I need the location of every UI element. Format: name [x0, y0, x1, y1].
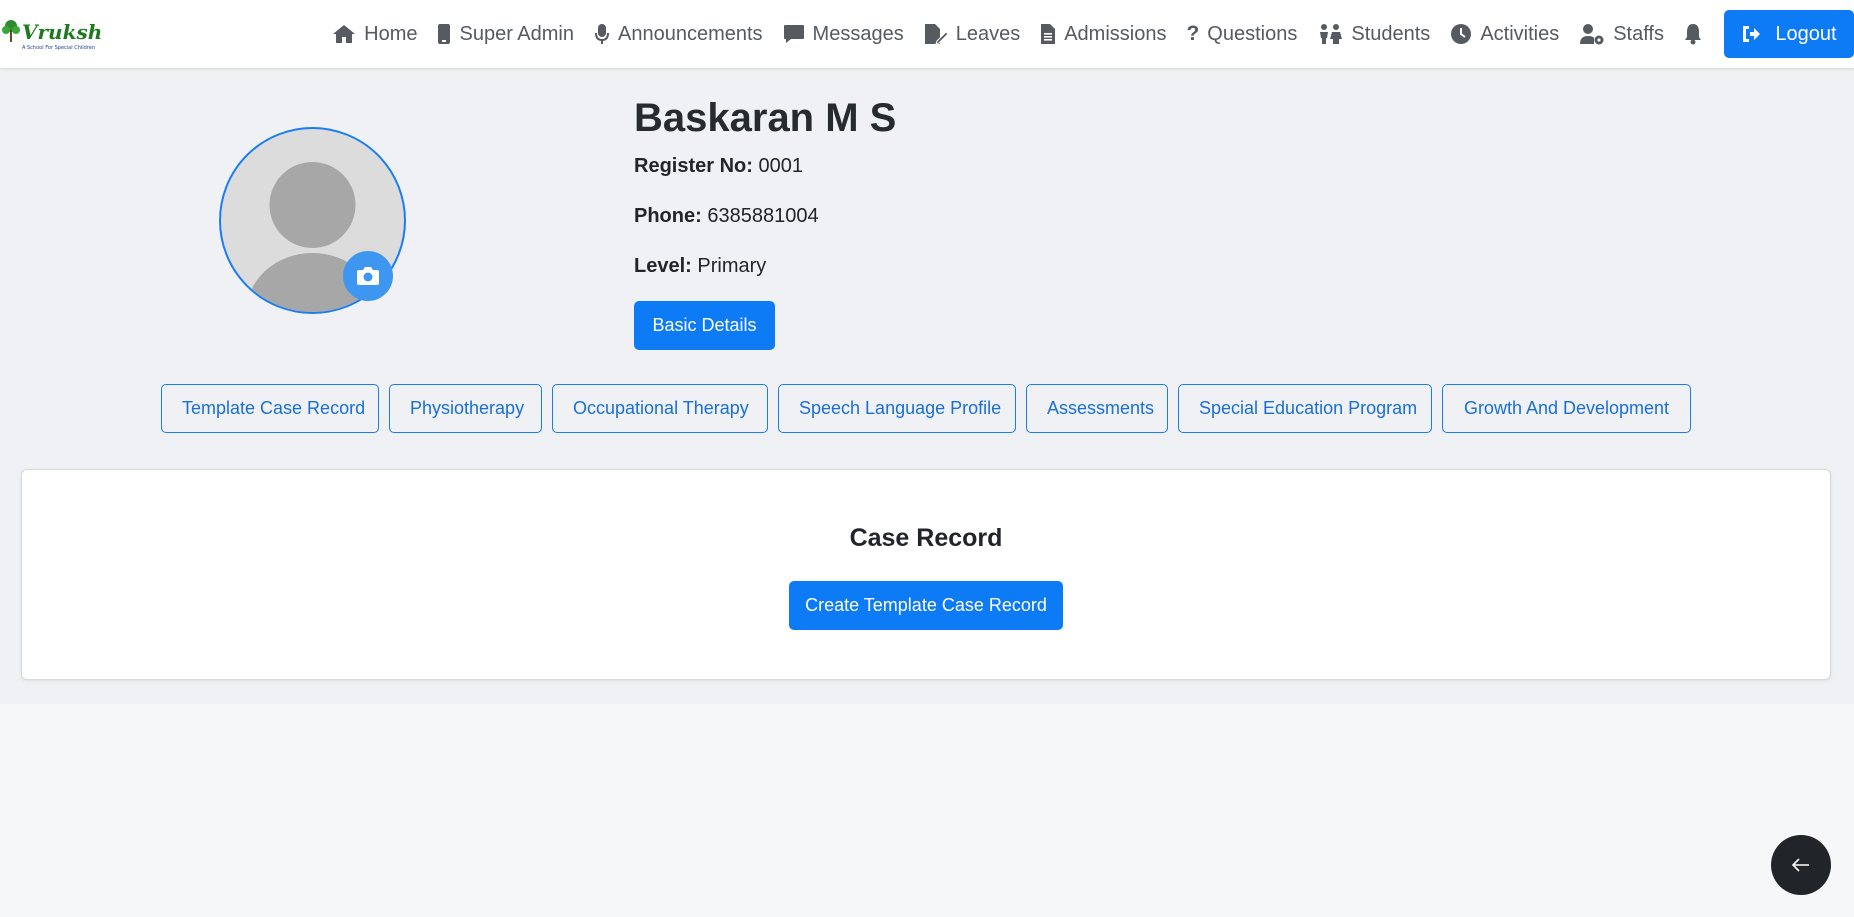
register-number: Register No: 0001: [634, 155, 803, 178]
create-template-case-record-button[interactable]: Create Template Case Record: [789, 581, 1063, 630]
nav-item-leaves[interactable]: Leaves: [924, 22, 1021, 46]
message-icon: [783, 25, 804, 43]
nav-label: Announcements: [618, 22, 763, 45]
tab-speech-language-profile[interactable]: Speech Language Profile: [778, 384, 1016, 433]
tab-special-education-program[interactable]: Special Education Program: [1178, 384, 1432, 433]
nav-item-messages[interactable]: Messages: [783, 23, 904, 46]
phone-label: Phone:: [634, 205, 702, 227]
tab-occupational-therapy[interactable]: Occupational Therapy: [552, 384, 768, 433]
nav-item-home[interactable]: Home: [332, 23, 417, 46]
nav-label: Home: [364, 22, 418, 45]
user-gear-icon: [1580, 24, 1604, 45]
nav-menu: Home Super Admin Announcements Messages …: [332, 0, 1854, 68]
brand-logo[interactable]: Vruksh A School For Special Children: [0, 14, 118, 54]
tab-template-case-record[interactable]: Template Case Record: [161, 384, 379, 433]
nav-item-staffs[interactable]: Staffs: [1579, 23, 1664, 46]
nav-label: Activities: [1480, 22, 1560, 45]
nav-item-students[interactable]: Students: [1317, 23, 1430, 46]
camera-icon: [357, 267, 379, 285]
logout-button[interactable]: Logout: [1724, 10, 1854, 58]
bell-icon: [1685, 24, 1701, 45]
nav-label: Messages: [812, 22, 904, 45]
nav-item-admissions[interactable]: Admissions: [1040, 23, 1166, 46]
logout-icon: [1743, 26, 1761, 42]
tab-assessments[interactable]: Assessments: [1026, 384, 1168, 433]
nav-item-questions[interactable]: ? Questions: [1186, 22, 1297, 46]
student-level: Level: Primary: [634, 255, 766, 278]
tab-growth-and-development[interactable]: Growth And Development: [1442, 384, 1691, 433]
case-record-title: Case Record: [849, 524, 1003, 552]
tab-physiotherapy[interactable]: Physiotherapy: [389, 384, 542, 433]
mobile-icon: [438, 24, 451, 44]
back-button[interactable]: [1771, 835, 1831, 895]
top-navbar: Vruksh A School For Special Children Hom…: [0, 0, 1854, 68]
nav-label: Students: [1351, 22, 1431, 45]
microphone-icon: [595, 24, 609, 44]
nav-item-super-admin[interactable]: Super Admin: [437, 23, 574, 46]
home-icon: [333, 25, 356, 43]
svg-text:A School For Special Children: A School For Special Children: [22, 45, 95, 51]
nav-item-activities[interactable]: Activities: [1450, 23, 1559, 46]
nav-label: Admissions: [1064, 22, 1167, 45]
logout-label: Logout: [1775, 22, 1837, 45]
case-record-card: Case Record Create Template Case Record: [21, 469, 1831, 680]
file-text-icon: [1041, 24, 1056, 44]
level-value: Primary: [697, 255, 767, 277]
nav-label: Leaves: [955, 22, 1021, 45]
question-icon: ?: [1186, 22, 1200, 45]
arrow-left-icon: [1792, 858, 1809, 872]
register-label: Register No:: [634, 155, 753, 177]
avatar-container: [219, 127, 406, 314]
svg-text:Vruksh: Vruksh: [22, 20, 102, 44]
nav-label: Questions: [1207, 22, 1298, 45]
children-icon: [1320, 24, 1343, 44]
register-value: 0001: [758, 155, 803, 177]
nav-label: Staffs: [1613, 22, 1664, 45]
change-photo-button[interactable]: [343, 251, 393, 301]
record-tabs: Template Case Record Physiotherapy Occup…: [161, 384, 1691, 433]
student-name: Baskaran M S: [634, 96, 897, 140]
notifications-button[interactable]: [1684, 23, 1702, 45]
phone-value: 6385881004: [707, 205, 819, 227]
clock-icon: [1451, 24, 1472, 44]
basic-details-button[interactable]: Basic Details: [634, 301, 775, 350]
file-edit-icon: [924, 24, 948, 45]
nav-label: Super Admin: [459, 22, 574, 45]
phone-number: Phone: 6385881004: [634, 205, 819, 228]
level-label: Level:: [634, 255, 692, 277]
nav-item-announcements[interactable]: Announcements: [594, 23, 763, 46]
student-profile-section: Baskaran M S Register No: 0001 Phone: 63…: [0, 68, 1854, 704]
